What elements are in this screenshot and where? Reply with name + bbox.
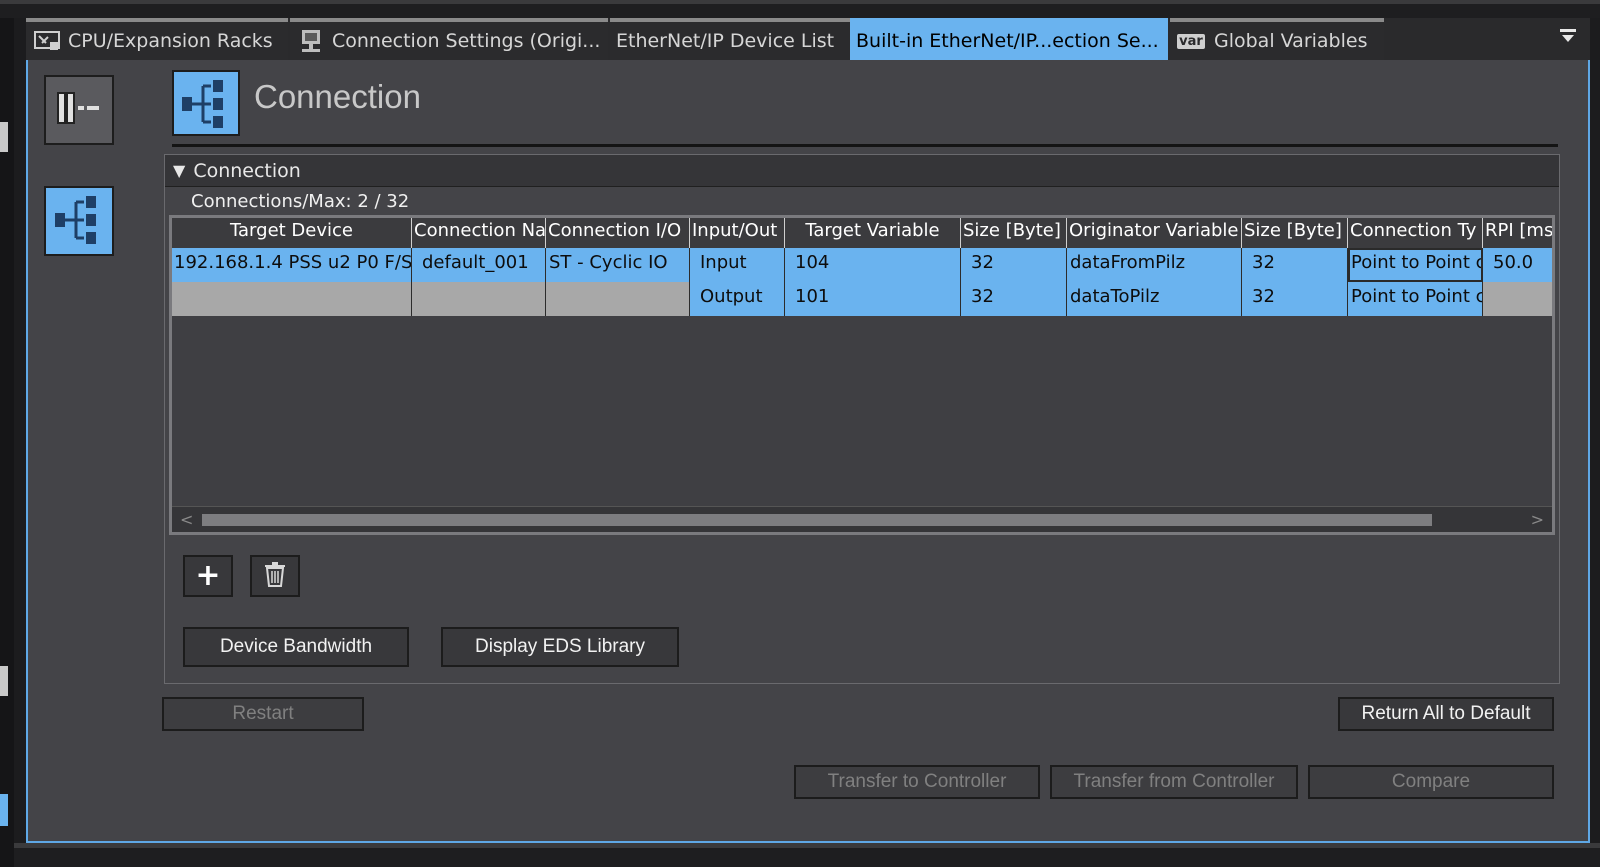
dock-marker[interactable]: [0, 122, 8, 152]
transfer-from-controller-button[interactable]: Transfer from Controller: [1050, 765, 1298, 799]
cell-target-variable[interactable]: 101: [785, 282, 961, 316]
cell-connection-name: [412, 282, 546, 316]
collapse-triangle-icon[interactable]: ▼: [173, 161, 185, 180]
cell-connection-type[interactable]: Point to Point c: [1348, 248, 1483, 282]
dock-marker[interactable]: [0, 666, 8, 696]
trash-icon: [264, 561, 286, 591]
window-bottom-strip: [14, 843, 1600, 867]
plus-icon: +: [195, 558, 221, 593]
tab-connection-settings[interactable]: Connection Settings (Origi...: [290, 18, 608, 60]
cell-originator-size[interactable]: 32: [1242, 248, 1348, 282]
cell-connection-type[interactable]: Point to Point c: [1348, 282, 1483, 316]
scroll-right-icon[interactable]: >: [1531, 510, 1544, 529]
column-header-connection-name[interactable]: Connection Na: [412, 218, 546, 248]
connection-tree-icon: [52, 192, 106, 250]
cell-originator-variable[interactable]: dataFromPilz: [1067, 248, 1242, 282]
return-all-to-default-button[interactable]: Return All to Default: [1338, 697, 1554, 731]
tab-builtin-ethernet-ip-connection[interactable]: Built-in EtherNet/IP...ection Se... ✕: [850, 18, 1168, 60]
dock-marker-active[interactable]: [0, 794, 8, 826]
tab-global-variables[interactable]: var Global Variables: [1170, 18, 1384, 60]
connection-section: ▼ Connection Connections/Max: 2 / 32 Tar…: [164, 154, 1560, 684]
column-header-target-variable[interactable]: Target Variable: [785, 218, 961, 248]
scroll-left-icon[interactable]: <: [180, 510, 193, 529]
column-header-input-output[interactable]: Input/Out: [690, 218, 785, 248]
horizontal-scrollbar[interactable]: < >: [172, 506, 1552, 532]
rack-icon: [34, 30, 60, 52]
tab-bar: CPU/Expansion Racks Connection Settings …: [26, 18, 1590, 60]
cell-rpi: [1483, 282, 1552, 316]
column-header-originator-size[interactable]: Size [Byte]: [1242, 218, 1348, 248]
table-row[interactable]: Output 101 32 dataToPilz 32 Point to Poi…: [172, 282, 1552, 316]
cell-connection-name[interactable]: default_001: [412, 248, 546, 282]
tab-cpu-expansion-racks[interactable]: CPU/Expansion Racks: [26, 18, 288, 60]
connection-count: Connections/Max: 2 / 32: [191, 191, 409, 212]
connection-count-value: 2 / 32: [357, 191, 410, 212]
left-dock-strip: [0, 18, 14, 867]
cell-connection-io[interactable]: ST - Cyclic IO: [546, 248, 690, 282]
table-row[interactable]: 192.168.1.4 PSS u2 P0 F/S E default_001 …: [172, 248, 1552, 282]
connection-table: Target Device Connection Na Connection I…: [169, 215, 1555, 535]
cell-target-device: [172, 282, 412, 316]
column-header-connection-type[interactable]: Connection Ty: [1348, 218, 1483, 248]
section-title: Connection: [193, 159, 301, 182]
column-header-target-device[interactable]: Target Device: [172, 218, 412, 248]
connection-count-label: Connections/Max:: [191, 191, 352, 212]
var-icon: var: [1176, 30, 1206, 52]
connection-page-icon: [172, 70, 240, 136]
cell-target-variable[interactable]: 104: [785, 248, 961, 282]
title-divider: [172, 144, 1558, 147]
cell-target-size[interactable]: 32: [961, 248, 1067, 282]
tab-ethernet-ip-device-list[interactable]: EtherNet/IP Device List: [610, 18, 850, 60]
delete-connection-button[interactable]: [250, 555, 300, 597]
cell-rpi[interactable]: 50.0: [1483, 248, 1552, 282]
port-icon: [54, 91, 104, 129]
connection-settings-icon: [298, 30, 324, 52]
compare-button[interactable]: Compare: [1308, 765, 1554, 799]
scrollbar-thumb[interactable]: [202, 514, 1432, 526]
cell-originator-size[interactable]: 32: [1242, 282, 1348, 316]
column-header-target-size[interactable]: Size [Byte]: [961, 218, 1067, 248]
device-bandwidth-button[interactable]: Device Bandwidth: [183, 627, 409, 667]
section-header[interactable]: ▼ Connection: [165, 155, 1559, 187]
cell-originator-variable[interactable]: dataToPilz: [1067, 282, 1242, 316]
column-header-originator-variable[interactable]: Originator Variable: [1067, 218, 1242, 248]
cell-target-size[interactable]: 32: [961, 282, 1067, 316]
editor-panel: Connection ▼ Connection Connections/Max:…: [26, 60, 1590, 843]
page-title: Connection: [254, 78, 421, 115]
cell-target-device[interactable]: 192.168.1.4 PSS u2 P0 F/S E: [172, 248, 412, 282]
table-header-row: Target Device Connection Na Connection I…: [172, 218, 1552, 248]
transfer-to-controller-button[interactable]: Transfer to Controller: [794, 765, 1040, 799]
restart-button[interactable]: Restart: [162, 697, 364, 731]
var-icon-text: var: [1177, 33, 1205, 49]
side-nav-port-settings[interactable]: [44, 75, 114, 145]
cell-input-output[interactable]: Input: [690, 248, 785, 282]
display-eds-library-button[interactable]: Display EDS Library: [441, 627, 679, 667]
cell-connection-io: [546, 282, 690, 316]
window-top-strip: [0, 0, 1600, 18]
column-header-rpi[interactable]: RPI [ms]: [1483, 218, 1552, 248]
column-header-connection-io[interactable]: Connection I/O: [546, 218, 690, 248]
cell-input-output[interactable]: Output: [690, 282, 785, 316]
tab-list-dropdown-icon[interactable]: [1560, 28, 1576, 47]
side-nav-connection[interactable]: [44, 186, 114, 256]
add-connection-button[interactable]: +: [183, 555, 233, 597]
